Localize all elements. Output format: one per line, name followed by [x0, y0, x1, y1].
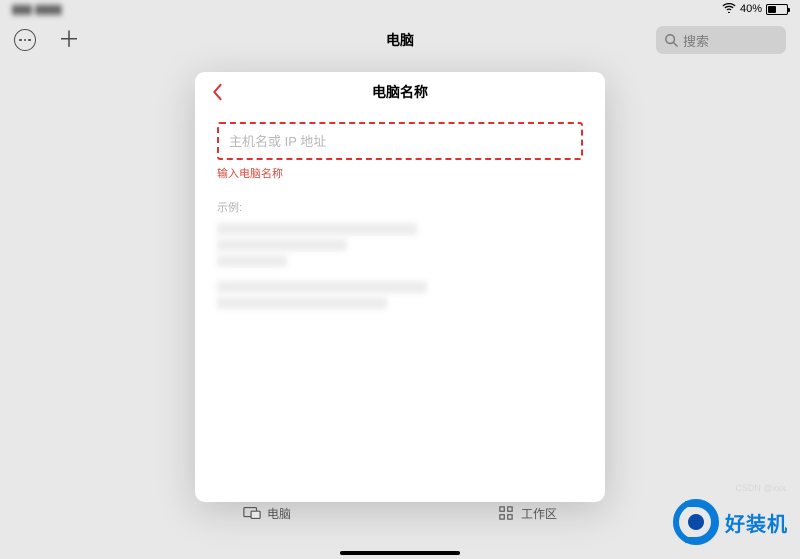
sheet-header: 电脑名称	[195, 72, 605, 112]
home-indicator[interactable]	[340, 551, 460, 555]
status-time-blurred: ▮▮▮ ▮▮▮▮	[12, 2, 62, 16]
bottom-tabbar: 电脑 工作区	[195, 499, 605, 527]
watermark-eye-icon	[673, 499, 719, 545]
battery-icon	[766, 4, 788, 15]
more-button[interactable]	[14, 29, 36, 51]
tab-workspace[interactable]: 工作区	[497, 505, 557, 522]
watermark-logo: 好装机	[673, 499, 788, 545]
tab-computer-label: 电脑	[267, 505, 291, 522]
workspace-icon	[497, 506, 515, 520]
csdn-watermark: CSDN @xxx	[735, 483, 786, 493]
battery-percent: 40%	[740, 3, 762, 15]
add-button[interactable]: ＋	[58, 29, 80, 51]
hostname-input-highlight	[217, 122, 583, 160]
hostname-input[interactable]	[219, 124, 581, 158]
search-input[interactable]: 搜索	[656, 26, 786, 54]
status-bar: ▮▮▮ ▮▮▮▮ 40%	[0, 0, 800, 18]
status-right: 40%	[722, 3, 788, 16]
search-placeholder: 搜索	[683, 31, 709, 50]
input-error-text: 输入电脑名称	[217, 165, 583, 181]
main-toolbar: ＋ 电脑 搜索	[0, 22, 800, 58]
tab-computer[interactable]: 电脑	[243, 505, 291, 522]
sheet-title: 电脑名称	[372, 82, 428, 102]
wifi-icon	[722, 3, 736, 16]
search-icon	[664, 33, 678, 47]
tab-workspace-label: 工作区	[521, 505, 557, 522]
back-button[interactable]	[207, 82, 227, 102]
watermark-text: 好装机	[725, 508, 788, 537]
example-label: 示例:	[217, 199, 583, 215]
computer-name-sheet: 电脑名称 输入电脑名称 示例:	[195, 72, 605, 502]
chevron-left-icon	[211, 83, 223, 101]
example-block-blurred	[217, 223, 583, 309]
monitor-icon	[243, 506, 261, 520]
